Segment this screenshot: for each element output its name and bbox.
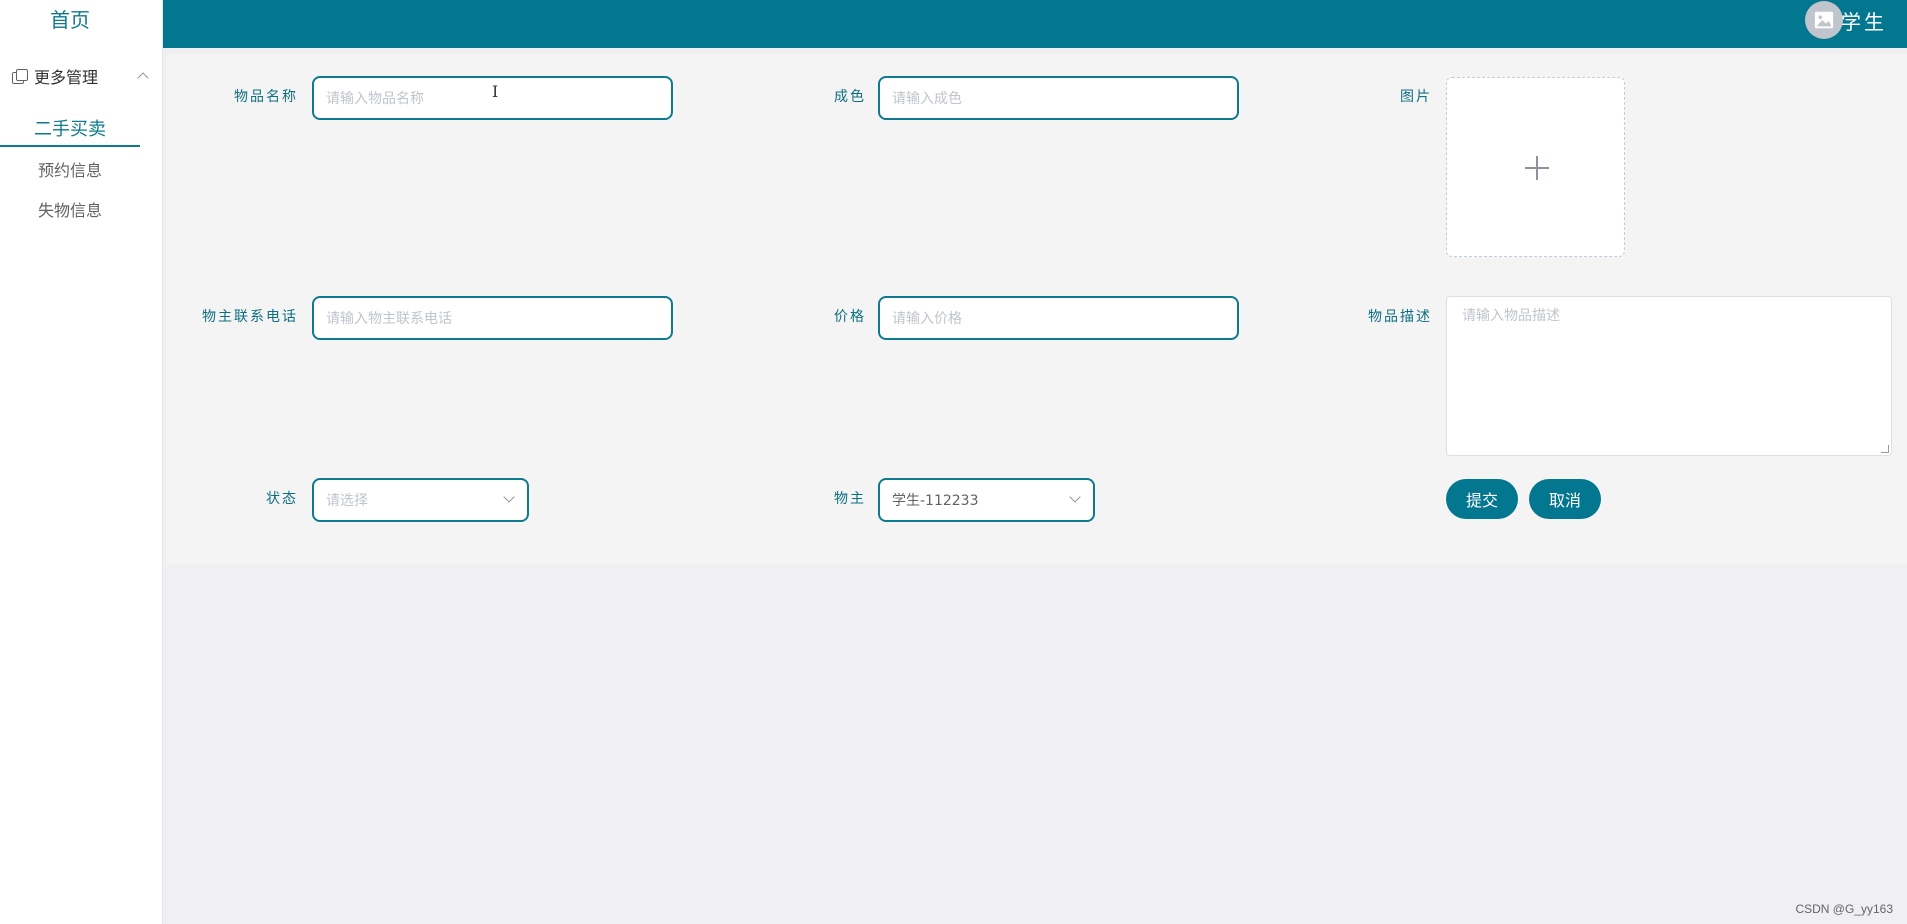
condition-label: 成色 <box>834 89 866 105</box>
description-label: 物品描述 <box>1368 309 1432 325</box>
avatar[interactable] <box>1805 1 1843 39</box>
watermark: CSDN @G_yy163 <box>1795 902 1893 916</box>
chevron-down-icon <box>1069 491 1081 503</box>
name-placeholder: 请输入物品名称 <box>326 91 424 107</box>
menu-group-label: 更多管理 <box>34 68 99 87</box>
sidebar-item-reservation[interactable]: 预约信息 <box>0 157 140 181</box>
condition-input[interactable]: 请输入成色 <box>878 76 1239 120</box>
chevron-up-icon <box>137 72 149 84</box>
copy-icon <box>12 69 28 84</box>
owner-select[interactable]: 学生-112233 <box>878 478 1095 522</box>
description-placeholder: 请输入物品描述 <box>1462 308 1560 324</box>
text-cursor-icon: I <box>492 82 499 101</box>
status-select[interactable]: 请选择 <box>312 478 529 522</box>
sidebar-item-lost-found[interactable]: 失物信息 <box>0 197 140 221</box>
sidebar: 首页 更多管理 二手买卖 预约信息 失物信息 <box>0 0 163 924</box>
owner-label: 物主 <box>834 491 866 507</box>
plus-icon <box>1525 156 1549 180</box>
menu-group-more-management[interactable]: 更多管理 <box>12 64 149 88</box>
status-placeholder: 请选择 <box>326 493 368 509</box>
image-icon <box>1814 11 1834 29</box>
chevron-down-icon <box>503 491 515 503</box>
description-textarea[interactable]: 请输入物品描述 <box>1446 296 1892 456</box>
owner-value: 学生-112233 <box>892 493 979 509</box>
resize-handle-icon[interactable] <box>1881 445 1889 453</box>
price-input[interactable]: 请输入价格 <box>878 296 1239 340</box>
name-label: 物品名称 <box>234 89 298 105</box>
user-name[interactable]: 学生 <box>1841 6 1887 35</box>
status-label: 状态 <box>266 491 298 507</box>
home-link[interactable]: 首页 <box>0 4 140 33</box>
name-input[interactable]: 请输入物品名称 I <box>312 76 673 120</box>
phone-label: 物主联系电话 <box>202 309 298 325</box>
image-uploader[interactable] <box>1446 77 1625 257</box>
top-bar: 学生 <box>163 0 1907 48</box>
cancel-button[interactable]: 取消 <box>1529 479 1601 519</box>
price-label: 价格 <box>834 309 866 325</box>
price-placeholder: 请输入价格 <box>892 311 962 327</box>
phone-placeholder: 请输入物主联系电话 <box>326 311 452 327</box>
phone-input[interactable]: 请输入物主联系电话 <box>312 296 673 340</box>
condition-placeholder: 请输入成色 <box>892 91 962 107</box>
image-label: 图片 <box>1400 89 1432 105</box>
submit-button[interactable]: 提交 <box>1446 479 1518 519</box>
sidebar-item-secondhand[interactable]: 二手买卖 <box>0 115 140 147</box>
